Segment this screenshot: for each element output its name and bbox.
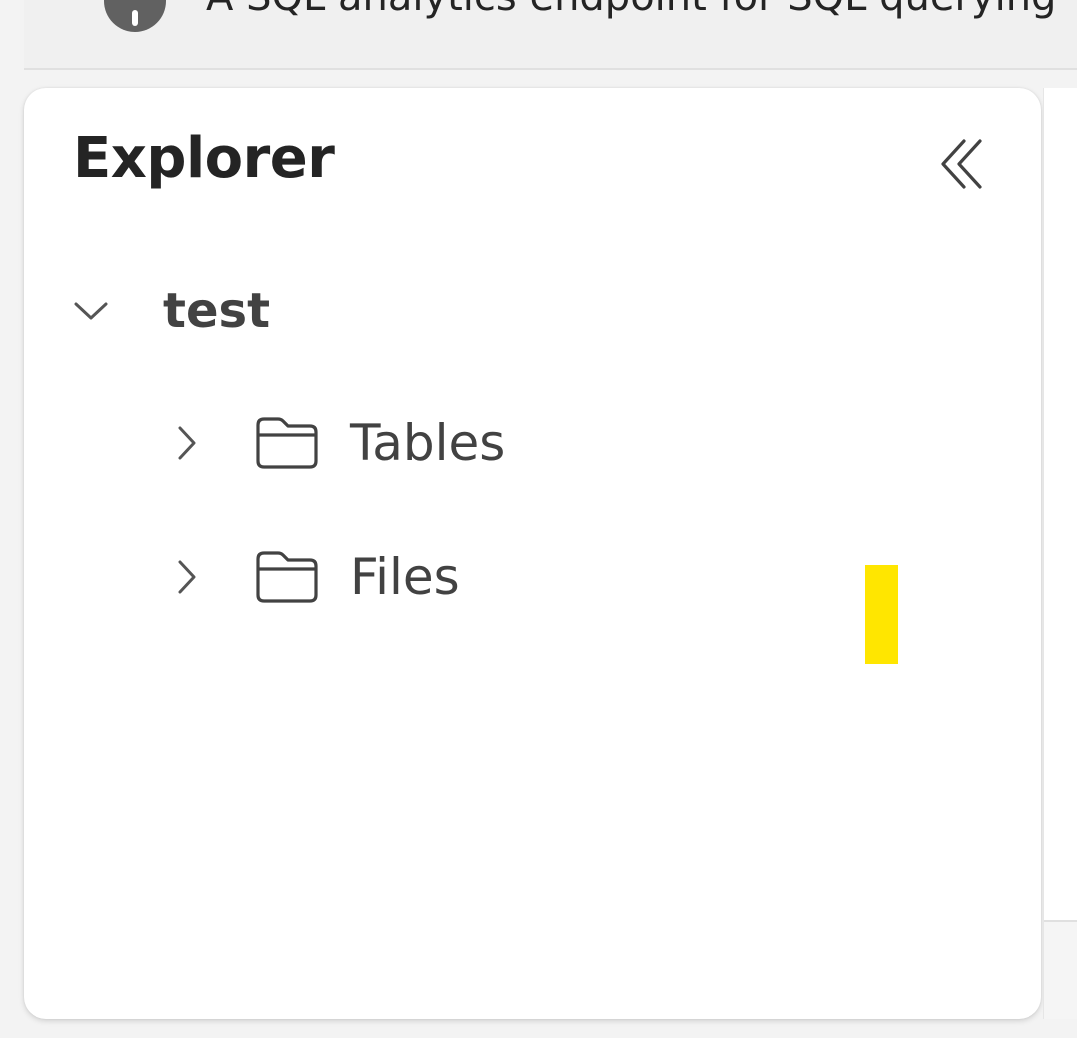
chevron-down-icon[interactable] bbox=[68, 288, 114, 334]
banner-text: A SQL analytics endpoint for SQL queryin… bbox=[206, 0, 1056, 20]
explorer-title: Explorer bbox=[73, 126, 335, 191]
explorer-panel: Explorer test Tables Files bbox=[24, 88, 1041, 1019]
tree-item-test[interactable]: test bbox=[68, 276, 270, 346]
highlight-marker bbox=[865, 565, 898, 664]
tree-item-files[interactable]: Files bbox=[164, 542, 460, 612]
tree-item-tables[interactable]: Tables bbox=[164, 408, 505, 478]
double-chevron-left-icon bbox=[941, 139, 982, 189]
tree-item-label: Tables bbox=[350, 414, 506, 472]
right-pane-footer bbox=[1044, 920, 1077, 1019]
info-banner: A SQL analytics endpoint for SQL queryin… bbox=[24, 0, 1077, 70]
tree-item-label: test bbox=[163, 283, 271, 339]
folder-icon bbox=[254, 415, 320, 471]
info-icon bbox=[104, 0, 166, 32]
collapse-explorer-button[interactable] bbox=[928, 132, 992, 196]
chevron-right-icon[interactable] bbox=[164, 420, 210, 466]
tree-item-label: Files bbox=[350, 548, 460, 606]
folder-icon bbox=[254, 549, 320, 605]
chevron-right-icon[interactable] bbox=[164, 554, 210, 600]
right-pane bbox=[1043, 88, 1077, 1019]
